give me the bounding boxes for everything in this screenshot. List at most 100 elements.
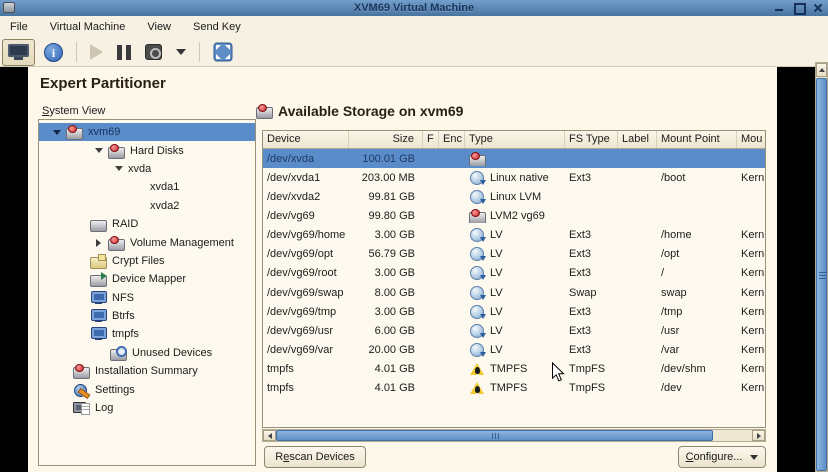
- tree-item[interactable]: NFS: [39, 289, 255, 307]
- column-header[interactable]: Mou: [737, 131, 765, 148]
- cell-mountby: Kern: [737, 306, 765, 318]
- tree-item[interactable]: Hard Disks: [39, 141, 255, 159]
- tree-item[interactable]: Device Mapper: [39, 270, 255, 288]
- table-row[interactable]: /dev/vg69 99.80 GB LVM2 vg69: [263, 206, 765, 225]
- column-header[interactable]: Size: [349, 131, 423, 148]
- cell-mountpoint: /var: [657, 344, 737, 356]
- cell-mountby: Kern: [737, 229, 765, 241]
- column-header[interactable]: F: [423, 131, 439, 148]
- cell-mountby: Kern: [737, 172, 765, 184]
- cell-mountby: Kern: [737, 382, 765, 394]
- table-row[interactable]: /dev/vg69/usr 6.00 GB LV Ext3 /usr Kern: [263, 321, 765, 340]
- vertical-scroll-thumb[interactable]: [816, 78, 827, 471]
- tree-item[interactable]: RAID: [39, 215, 255, 233]
- tree-item[interactable]: Btrfs: [39, 307, 255, 325]
- tree-expander-icon[interactable]: [93, 148, 104, 153]
- cell-fstype: Ext3: [565, 306, 618, 318]
- cell-mountby: Kern: [737, 325, 765, 337]
- mouse-cursor: [551, 362, 566, 383]
- menu-item[interactable]: File: [2, 18, 36, 36]
- type-icon: [469, 247, 486, 261]
- table-row[interactable]: /dev/xvda 100.01 GB: [263, 149, 765, 168]
- table-row[interactable]: tmpfs 4.01 GB TMPFS TmpFS /dev Kern: [263, 379, 765, 398]
- cell-size: 8.00 GB: [349, 287, 423, 299]
- column-header[interactable]: Device: [263, 131, 349, 148]
- tree-item[interactable]: Settings: [39, 380, 255, 398]
- column-header[interactable]: Type: [465, 131, 565, 148]
- table-row[interactable]: /dev/vg69/tmp 3.00 GB LV Ext3 /tmp Kern: [263, 302, 765, 321]
- cell-mountpoint: /home: [657, 229, 737, 241]
- tree-item-label: Volume Management: [130, 237, 234, 249]
- console-toggle-button[interactable]: [2, 39, 35, 66]
- tree-item[interactable]: Volume Management: [39, 233, 255, 251]
- tree-item-label: xvda2: [150, 200, 179, 212]
- table-row[interactable]: /dev/xvda2 99.81 GB Linux LVM: [263, 187, 765, 206]
- tree-item[interactable]: xvda: [39, 160, 255, 178]
- tree-item[interactable]: xvda1: [39, 178, 255, 196]
- scroll-up-icon[interactable]: [816, 63, 827, 77]
- cell-mountby: Kern: [737, 363, 765, 375]
- tree-item-label: tmpfs: [112, 328, 139, 340]
- tree-item[interactable]: xvda2: [39, 197, 255, 215]
- fullscreen-icon: [213, 42, 233, 62]
- column-header[interactable]: Enc: [439, 131, 465, 148]
- table-row[interactable]: /dev/xvda1 203.00 MB Linux native Ext3 /…: [263, 168, 765, 187]
- menu-item[interactable]: Virtual Machine: [42, 18, 134, 36]
- configure-button[interactable]: Configure...: [678, 446, 766, 468]
- close-icon[interactable]: [811, 1, 824, 14]
- viewer-vertical-scrollbar[interactable]: [815, 62, 828, 472]
- scroll-right-icon[interactable]: [752, 430, 765, 441]
- page-title: Expert Partitioner: [40, 75, 166, 92]
- cell-size: 99.80 GB: [349, 210, 423, 222]
- type-icon: [469, 343, 486, 357]
- cell-mountpoint: /usr: [657, 325, 737, 337]
- tree-item[interactable]: tmpfs: [39, 325, 255, 343]
- cell-fstype: Ext3: [565, 172, 618, 184]
- tree-item[interactable]: Installation Summary: [39, 362, 255, 380]
- hard-disk-icon: [256, 104, 273, 118]
- tree-item-label: Btrfs: [112, 310, 135, 322]
- shutdown-button[interactable]: [140, 39, 167, 66]
- type-icon: [469, 209, 486, 223]
- tree-expander-icon[interactable]: [51, 130, 62, 135]
- tree-item-label: Log: [95, 402, 113, 414]
- table-row[interactable]: /dev/vg69/root 3.00 GB LV Ext3 / Kern: [263, 264, 765, 283]
- play-icon: [90, 44, 103, 60]
- tree-item[interactable]: Log: [39, 399, 255, 417]
- menu-item[interactable]: Send Key: [185, 18, 249, 36]
- tree-expander-icon[interactable]: [93, 239, 104, 247]
- titlebar: XVM69 Virtual Machine: [0, 0, 828, 16]
- table-horizontal-scrollbar[interactable]: [262, 429, 766, 442]
- tree-item[interactable]: xvm69: [39, 123, 255, 141]
- cell-fstype: TmpFS: [565, 382, 618, 394]
- vm-details-button[interactable]: i: [39, 39, 68, 66]
- minimize-icon[interactable]: [773, 1, 786, 14]
- tree-item-icon: [90, 327, 107, 341]
- horizontal-scroll-thumb[interactable]: [276, 430, 713, 441]
- tree-item-label: xvda1: [150, 181, 179, 193]
- table-row[interactable]: tmpfs 4.01 GB TMPFS TmpFS /dev/shm Kern: [263, 360, 765, 379]
- scroll-left-icon[interactable]: [263, 430, 276, 441]
- rescan-devices-button[interactable]: Rescan Devices: [264, 446, 366, 468]
- shutdown-menu-button[interactable]: [171, 39, 191, 66]
- tree-expander-icon[interactable]: [113, 166, 124, 171]
- fullscreen-button[interactable]: [208, 39, 238, 66]
- table-row[interactable]: /dev/vg69/opt 56.79 GB LV Ext3 /opt Kern: [263, 245, 765, 264]
- table-row[interactable]: /dev/vg69/var 20.00 GB LV Ext3 /var Kern: [263, 340, 765, 359]
- column-header[interactable]: Label: [618, 131, 657, 148]
- pause-button[interactable]: [112, 39, 136, 66]
- tree-item[interactable]: Crypt Files: [39, 252, 255, 270]
- run-button[interactable]: [85, 39, 108, 66]
- storage-heading: Available Storage on xvm69: [256, 103, 463, 119]
- table-row[interactable]: /dev/vg69/swap 8.00 GB LV Swap swap Kern: [263, 283, 765, 302]
- table-row[interactable]: /dev/vg69/home 3.00 GB LV Ext3 /home Ker…: [263, 226, 765, 245]
- tree-item-icon: [90, 309, 107, 323]
- cell-mountby: Kern: [737, 344, 765, 356]
- cell-type: LV: [465, 266, 565, 280]
- menu-item[interactable]: View: [139, 18, 179, 36]
- column-header[interactable]: FS Type: [565, 131, 618, 148]
- maximize-icon[interactable]: [792, 1, 805, 14]
- column-header[interactable]: Mount Point: [657, 131, 737, 148]
- cell-device: /dev/vg69/usr: [263, 325, 349, 337]
- tree-item[interactable]: Unused Devices: [39, 344, 255, 362]
